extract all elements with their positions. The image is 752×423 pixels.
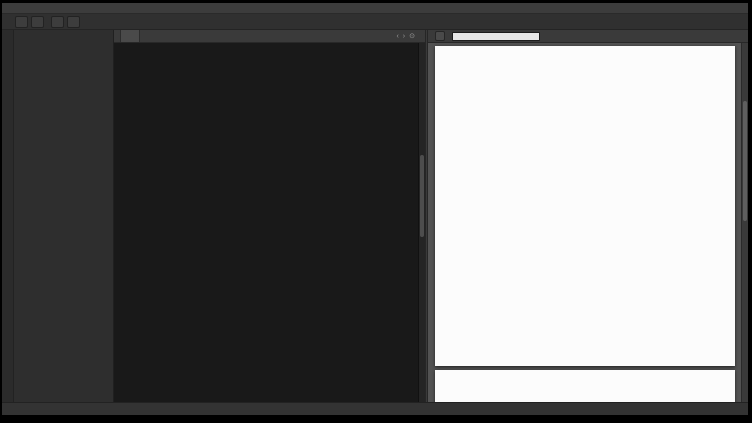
- pdf-viewport[interactable]: [428, 43, 748, 402]
- editor-tab-bar: ‹ › ⊙: [114, 30, 425, 43]
- quick-build-combo[interactable]: [15, 16, 28, 28]
- pdf-viewer-pane: [428, 30, 748, 402]
- pdf-scrollbar-thumb[interactable]: [743, 101, 747, 221]
- menu-bar: [2, 3, 748, 14]
- editor-scrollbar[interactable]: [418, 43, 425, 402]
- main-area: ‹ › ⊙: [2, 30, 748, 402]
- zoom-combo[interactable]: [435, 31, 445, 41]
- screen: ‹ › ⊙: [0, 0, 752, 423]
- pdf-toolbar: [428, 30, 748, 43]
- pdf-page-1[interactable]: [435, 46, 735, 366]
- view-pdf-combo[interactable]: [51, 16, 64, 28]
- editor-scrollbar-thumb[interactable]: [420, 155, 424, 237]
- editor-pane: ‹ › ⊙: [114, 30, 425, 402]
- pdf-search-input[interactable]: [452, 32, 540, 41]
- structure-tree: [14, 35, 113, 402]
- structure-panel: [14, 30, 114, 402]
- run-quick-build-button[interactable]: [31, 16, 44, 28]
- center-cursor-icon[interactable]: ⊙: [407, 32, 417, 40]
- code-lines[interactable]: [114, 43, 418, 402]
- pdf-page-2[interactable]: [435, 370, 735, 402]
- code-area: [114, 43, 425, 402]
- tab-sample-tex[interactable]: [120, 30, 140, 42]
- side-panel-iconbar: [2, 30, 14, 402]
- run-view-pdf-button[interactable]: [67, 16, 80, 28]
- pdf-scrollbar[interactable]: [741, 43, 748, 402]
- main-toolbar: [2, 14, 748, 30]
- status-bar: [2, 402, 748, 415]
- page-spacer: [468, 106, 702, 308]
- texmaker-window: ‹ › ⊙: [2, 3, 748, 415]
